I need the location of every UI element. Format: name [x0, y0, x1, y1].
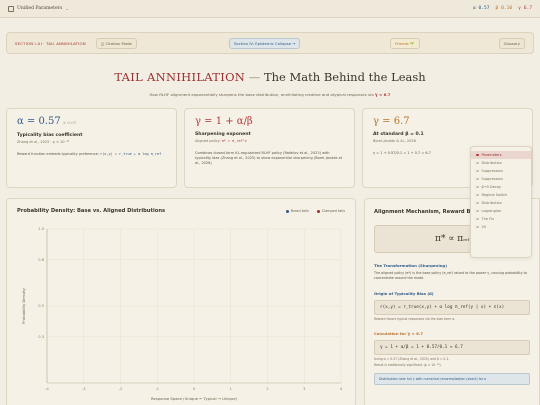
nav-item-label: Lagrangian: [481, 209, 502, 213]
sharpening-card-sub: Aligned policy:: [195, 139, 222, 143]
glossary-button[interactable]: Glossary: [498, 37, 525, 49]
citation-mode-button[interactable]: ◫ Citation Mode: [95, 37, 137, 49]
alpha-card-formula: r(x,y) = r_true + α log π_ref: [100, 152, 162, 156]
nav-item-vs[interactable]: VS: [471, 223, 531, 231]
y-tick-label: 0.3: [38, 335, 44, 339]
nav-item-label: Distribution: [481, 161, 502, 165]
nav-item-label: Distribution: [481, 201, 502, 205]
title-highlight: TAIL ANNIHILATION: [114, 70, 246, 84]
section-label: SECTION I–III · TAIL ANNIHILATION: [15, 40, 86, 46]
sharpening-card-value: γ = 1 + α/β: [195, 116, 253, 127]
x-tick-label: -2: [119, 387, 123, 391]
x-tick-label: 0: [193, 387, 196, 391]
subtitle-gamma: γ ≈ 6.7: [374, 92, 391, 97]
x-tick-label: 4: [340, 387, 343, 391]
top-bar: Unified Parameters ⌄ α 0.57 β 0.10 γ 6.7: [0, 0, 540, 18]
nav-dot-icon: [476, 185, 479, 189]
x-tick-label: -1: [155, 387, 159, 391]
citation-mode-label: Citation Mode: [105, 40, 132, 46]
sharpening-card-formula: π* ∝ π_ref^γ: [221, 139, 247, 143]
reward-equation: r(x,y) = r_true(x,y) + α log π_ref(y | x…: [374, 299, 530, 315]
y-tick-label: 0.8: [38, 258, 44, 262]
nav-item-lagrangian[interactable]: Lagrangian: [471, 207, 531, 215]
alpha-readout: α 0.57: [472, 6, 490, 11]
alpha-card-value: α = 0.57: [17, 116, 61, 127]
x-tick-label: 3: [303, 387, 305, 391]
nav-item-suppression[interactable]: Suppression: [471, 167, 531, 175]
y-tick-label: 0.5: [38, 304, 44, 308]
topbar-title[interactable]: Unified Parameters: [17, 6, 62, 11]
app-logo-icon: [8, 5, 14, 12]
calc-note-2: Result is statistically significant (p <…: [374, 362, 442, 367]
sharpening-card-label: Sharpening exponent: [195, 132, 251, 137]
gamma-card-label: At standard β = 0.1: [373, 132, 424, 137]
main-formula-sub: ref: [463, 236, 469, 242]
y-axis-label: Probability Density: [21, 287, 26, 323]
next-section-button[interactable]: Section IV: Epistemic Collapse →: [229, 37, 301, 49]
density-chart: -4 -3 -2 -1 0 1 2 3 4 1.0 0.8 0.5 0.3 Response Space …: [21, 227, 343, 401]
sharpening-card-body: Combines closed-form KL-regularized RLHF…: [195, 151, 343, 165]
calc-note-1: Using α = 0.57 (Zhang et al., 2025) and …: [374, 356, 450, 361]
nav-item-label: Regime Switch: [481, 193, 508, 197]
section-bar: SECTION I–III · TAIL ANNIHILATION ◫ Cita…: [6, 32, 534, 54]
title-dash: —: [245, 70, 264, 84]
density-chart-panel: Probability Density: Base vs. Aligned Di…: [6, 198, 356, 405]
sharpening-card: γ = 1 + α/β Sharpening exponent Aligned …: [184, 108, 355, 188]
parameter-readout: α 0.57 β 0.10 γ 6.7: [473, 6, 532, 11]
main-formula-text: π* ∝ π: [435, 234, 464, 244]
nav-dot-icon: [476, 193, 479, 197]
nav-item-distribution-2[interactable]: Distribution: [471, 199, 531, 207]
transformation-heading: The Transformation (Sharpening): [374, 263, 447, 268]
chevron-down-icon[interactable]: ⌄: [65, 6, 68, 11]
nav-item-label: The Fix: [481, 217, 494, 221]
subtitle-text: How RLHF alignment exponentially sharpen…: [149, 92, 375, 97]
x-tick-label: -4: [45, 387, 49, 391]
nav-item-beta-decay[interactable]: β→0 Decay: [471, 183, 531, 191]
typicality-heading: Origin of Typicality Bias (α): [374, 290, 434, 296]
alpha-card-label: Typicality bias coefficient: [17, 133, 83, 138]
nav-item-distribution[interactable]: Distribution: [471, 159, 531, 167]
nav-dot-icon: [476, 177, 479, 181]
nav-dot-icon: [476, 209, 479, 213]
nav-item-label: Parameters: [481, 153, 502, 157]
nav-dot-icon: [476, 225, 479, 229]
x-tick-label: -3: [82, 387, 86, 391]
renormalization-note: Distribution near full γ with numerical …: [374, 372, 530, 385]
nav-item-label: β→0 Decay: [481, 185, 502, 189]
gamma-card-sub: Borel-Jandak & Al., 2026: [373, 139, 416, 143]
x-axis-label: Response Space (Unique ← Typical → Uniqu…: [151, 396, 238, 401]
x-tick-label: 2: [266, 387, 268, 391]
gamma-readout: γ 6.7: [518, 6, 532, 11]
nav-item-suppression-2[interactable]: Suppression: [471, 175, 531, 183]
friends-button[interactable]: Friends 🌱: [390, 37, 420, 49]
nav-item-parameters[interactable]: Parameters: [471, 151, 531, 159]
calculation-heading: Calculation for γ ≈ 6.7: [374, 330, 423, 336]
nav-dot-icon: [476, 201, 479, 205]
nav-dot-icon: [476, 169, 479, 173]
nav-item-label: Suppression: [481, 169, 503, 173]
gamma-card-value: γ = 6.7: [373, 116, 410, 127]
alpha-card: α = 0.57 ± 0.07 Typicality bias coefficie…: [6, 108, 177, 188]
nav-item-regime-switch[interactable]: Regime Switch: [471, 191, 531, 199]
nav-dot-icon: [476, 153, 479, 157]
nav-dot-icon: [476, 161, 479, 165]
section-nav-menu: Parameters Distribution Suppression Supp…: [470, 146, 532, 258]
nav-item-label: Suppression: [481, 177, 503, 181]
gamma-equation: γ = 1 + α/β = 1 + 0.57/0.1 ≈ 6.7: [374, 339, 530, 355]
page-subtitle: How RLHF alignment exponentially sharpen…: [0, 92, 540, 97]
reward-note: Reward favors typical responses via the …: [374, 316, 456, 321]
nav-item-the-fix[interactable]: The Fix: [471, 215, 531, 223]
nav-dot-icon: [476, 217, 479, 221]
nav-item-label: VS: [481, 225, 487, 229]
alpha-card-sub: Zhang et al., 2025 · p < 10⁻¹⁴: [17, 140, 70, 144]
alpha-card-body: Reward function embeds typicality prefer…: [17, 152, 101, 156]
beta-readout: β 0.10: [495, 6, 513, 11]
alpha-card-note: ± 0.07: [62, 120, 77, 125]
transformation-text: The aligned policy (π*) is the base poli…: [374, 271, 527, 280]
title-rest: The Math Behind the Leash: [263, 70, 426, 84]
page-title: TAIL ANNIHILATION — The Math Behind the …: [0, 70, 540, 84]
y-tick-label: 1.0: [38, 227, 44, 231]
x-tick-label: 1: [230, 387, 232, 391]
